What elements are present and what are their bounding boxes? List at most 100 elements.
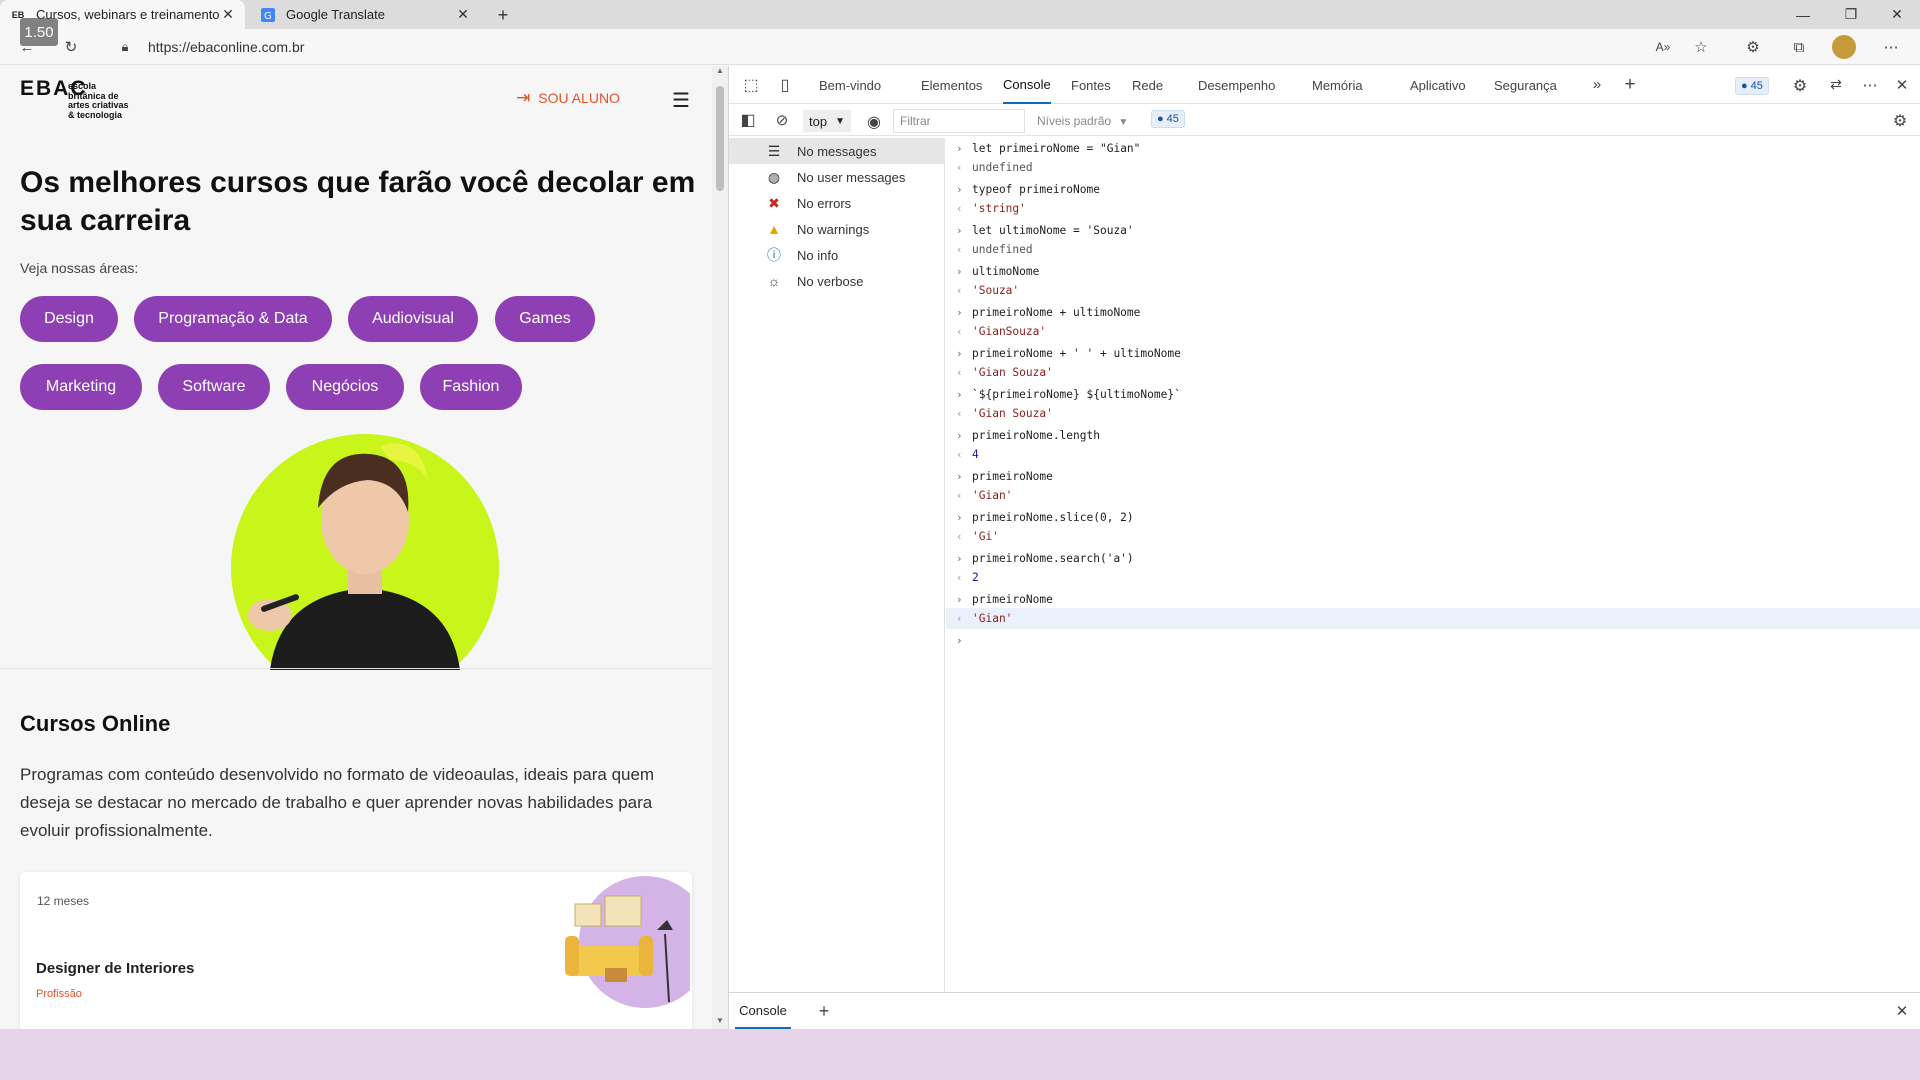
log-levels-dropdown[interactable]: Níveis padrão ▼ xyxy=(1037,114,1128,128)
tab-desempenho[interactable]: Desempenho xyxy=(1198,66,1275,104)
login-label: SOU ALUNO xyxy=(538,90,620,106)
console-input-line[interactable]: › typeof primeiroNome xyxy=(946,179,1920,200)
console-input-line[interactable]: › primeiroNome xyxy=(946,589,1920,610)
console-input-line[interactable]: › `${primeiroNome} ${ultimoNome}` xyxy=(946,384,1920,405)
console-output-line[interactable]: ‹ 'Gi' xyxy=(946,526,1920,547)
console-input-line[interactable]: › let ultimoNome = 'Souza' xyxy=(946,220,1920,241)
devtools-tabbar: ⬚ ▯ Bem-vindo Elementos Console Fontes R… xyxy=(729,66,1920,104)
more-tabs-icon[interactable]: » xyxy=(1589,76,1605,93)
ebac-logo[interactable]: EBAC escola britânica de artes criativas &… xyxy=(20,78,129,119)
course-illustration xyxy=(565,874,711,1014)
sidebar-item-info[interactable]: ⓘ No info xyxy=(729,242,945,268)
console-output-line[interactable]: ‹ 'Gian Souza' xyxy=(946,403,1920,424)
clear-console-icon[interactable]: ⊘ xyxy=(773,111,791,129)
new-tab-icon[interactable]: + xyxy=(492,4,514,26)
live-expression-eye-icon[interactable]: ◉ xyxy=(865,112,883,132)
console-input-line[interactable]: › primeiroNome + ultimoNome xyxy=(946,302,1920,323)
console-input-line[interactable]: › primeiroNome xyxy=(946,466,1920,487)
console-input-line[interactable]: › ultimoNome xyxy=(946,261,1920,282)
tab-bem-vindo[interactable]: Bem-vindo xyxy=(819,66,881,104)
area-pill-design[interactable]: Design xyxy=(20,296,118,342)
more-icon[interactable]: ⋯ xyxy=(1880,36,1902,58)
console-log[interactable]: › let primeiroNome = "Gian" ‹ undefined › typ… xyxy=(946,138,1920,992)
issues-badge[interactable]: ● 45 xyxy=(1735,77,1769,95)
tab-aplicativo[interactable]: Aplicativo xyxy=(1410,66,1466,104)
console-output-line[interactable]: ‹ 'Gian' xyxy=(946,485,1920,506)
prompt-caret-icon: › xyxy=(956,634,963,647)
area-pill-audiovisual[interactable]: Audiovisual xyxy=(348,296,478,342)
chevron-right-icon: › xyxy=(956,552,963,565)
favorite-icon[interactable]: ☆ xyxy=(1690,36,1712,58)
issues-counter-badge[interactable]: ● 45 xyxy=(1151,110,1185,128)
sidebar-item-messages[interactable]: ☰ No messages xyxy=(729,138,945,164)
console-output-line[interactable]: ‹ 'Souza' xyxy=(946,280,1920,301)
area-pill-marketing[interactable]: Marketing xyxy=(20,364,142,410)
inspect-icon[interactable]: ⬚ xyxy=(741,76,761,94)
sidebar-toggle-icon[interactable]: ◧ xyxy=(739,112,757,129)
console-output-line[interactable]: ‹ 'GianSouza' xyxy=(946,321,1920,342)
sidebar-item-warnings[interactable]: ▲ No warnings xyxy=(729,216,945,242)
drawer-tab-console[interactable]: Console xyxy=(735,993,791,1029)
extensions-icon[interactable]: ⚙ xyxy=(1742,36,1764,58)
console-prompt-input[interactable]: › xyxy=(946,630,1920,651)
sidebar-item-errors[interactable]: ✖ No errors xyxy=(729,190,945,216)
tab-seguranca[interactable]: Segurança xyxy=(1494,66,1557,104)
area-pill-negocios[interactable]: Negócios xyxy=(286,364,404,410)
connect-icon[interactable]: ⇄ xyxy=(1827,76,1845,93)
console-input-line[interactable]: › primeiroNome.search('a') xyxy=(946,548,1920,569)
close-window-icon[interactable]: ✕ xyxy=(1874,0,1920,29)
collections-icon[interactable]: ⧉ xyxy=(1788,36,1810,58)
close-tab-icon[interactable]: ✕ xyxy=(221,6,235,23)
tab-console[interactable]: Console xyxy=(1003,66,1051,104)
chevron-left-icon: ‹ xyxy=(956,407,963,420)
close-tab-icon[interactable]: ✕ xyxy=(456,6,470,23)
more-options-icon[interactable]: ⋯ xyxy=(1861,76,1879,94)
page-scrollbar[interactable]: ▲ ▼ xyxy=(712,66,728,1029)
sidebar-item-user-messages[interactable]: ◍ No user messages xyxy=(729,164,945,190)
tab-title: Cursos, webinars e treinamento xyxy=(36,7,220,22)
console-output-line[interactable]: ‹ 4 xyxy=(946,444,1920,465)
refresh-icon[interactable]: ↻ xyxy=(60,36,82,58)
area-pill-fashion[interactable]: Fashion xyxy=(420,364,522,410)
console-input-line[interactable]: › let primeiroNome = "Gian" xyxy=(946,138,1920,159)
scrollbar-thumb[interactable] xyxy=(716,86,724,191)
tab-rede[interactable]: Rede xyxy=(1132,66,1163,104)
minimize-icon[interactable]: — xyxy=(1780,0,1826,29)
device-emulation-icon[interactable]: ▯ xyxy=(775,76,795,94)
restore-icon[interactable]: ❐ xyxy=(1828,0,1874,29)
console-output-line[interactable]: ‹ 'Gian Souza' xyxy=(946,362,1920,383)
area-pill-games[interactable]: Games xyxy=(495,296,595,342)
console-output-line[interactable]: ‹ 2 xyxy=(946,567,1920,588)
course-card[interactable]: 12 meses Designer de Interiores Profissã… xyxy=(20,872,711,1029)
console-input-line[interactable]: › primeiroNome.slice(0, 2) xyxy=(946,507,1920,528)
console-output-line[interactable]: ‹ undefined xyxy=(946,239,1920,260)
avatar[interactable] xyxy=(1832,35,1856,59)
sidebar-item-verbose[interactable]: ☼ No verbose xyxy=(729,268,945,294)
console-output-line[interactable]: ‹ undefined xyxy=(946,157,1920,178)
area-pill-software[interactable]: Software xyxy=(158,364,270,410)
tab-memoria[interactable]: Memória xyxy=(1312,66,1363,104)
console-input-line[interactable]: › primeiroNome.length xyxy=(946,425,1920,446)
read-aloud-icon[interactable]: A» xyxy=(1652,36,1674,58)
tab-google-translate[interactable]: G Google Translate ✕ xyxy=(250,0,480,29)
tab-elementos[interactable]: Elementos xyxy=(921,66,982,104)
hamburger-menu-icon[interactable]: ☰ xyxy=(672,88,690,113)
area-pill-programacao[interactable]: Programação & Data xyxy=(134,296,332,342)
console-output-line[interactable]: ‹ 'Gian' xyxy=(946,608,1920,629)
tab-fontes[interactable]: Fontes xyxy=(1071,66,1111,104)
course-duration: 12 meses xyxy=(37,894,90,908)
console-output-line[interactable]: ‹'string' xyxy=(946,198,1920,219)
filter-input[interactable]: Filtrar xyxy=(893,109,1025,133)
close-drawer-icon[interactable]: ✕ xyxy=(1893,1002,1911,1020)
settings-gear-icon[interactable]: ⚙ xyxy=(1791,76,1809,96)
console-input-line[interactable]: › primeiroNome + ' ' + ultimoNome xyxy=(946,343,1920,364)
login-button[interactable]: ⇥ SOU ALUNO xyxy=(516,88,620,108)
context-selector[interactable]: top ▼ xyxy=(803,110,851,132)
url-field[interactable]: https://ebaconline.com.br xyxy=(148,39,304,55)
close-devtools-icon[interactable]: ✕ xyxy=(1893,76,1911,94)
add-drawer-tab-icon[interactable]: + xyxy=(815,1001,833,1022)
lock-icon[interactable]: 🔒︎ xyxy=(114,36,136,58)
web-page: EBAC escola britânica de artes criativas &… xyxy=(0,66,712,1029)
add-tab-icon[interactable]: + xyxy=(1621,74,1639,96)
console-settings-gear-icon[interactable]: ⚙ xyxy=(1891,111,1909,131)
